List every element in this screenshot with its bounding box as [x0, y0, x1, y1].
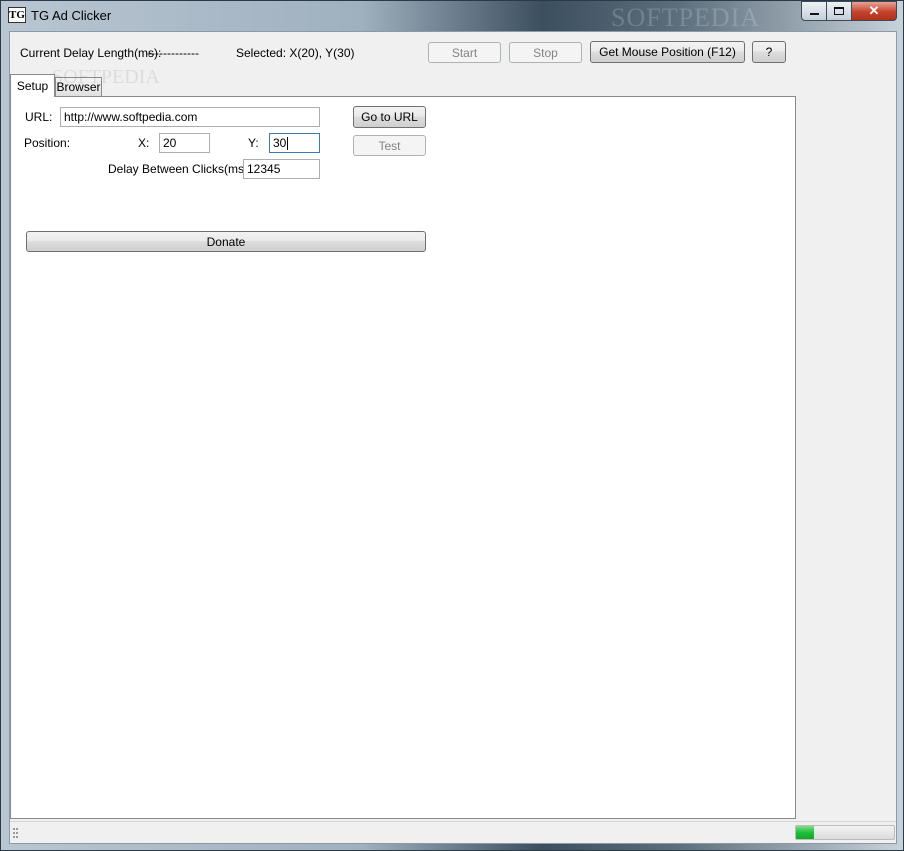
donate-button[interactable]: Donate [26, 231, 426, 252]
minimize-icon [809, 13, 819, 15]
client-area: Current Delay Length(ms): ------------- … [9, 31, 897, 844]
tab-browser[interactable]: Browser [55, 77, 102, 96]
close-icon: ✕ [868, 3, 880, 18]
tab-setup-label: Setup [16, 79, 49, 93]
tab-setup[interactable]: Setup [10, 74, 55, 97]
maximize-button[interactable] [827, 1, 852, 21]
resize-grip-icon[interactable] [13, 828, 21, 838]
delay-between-clicks-input[interactable] [243, 159, 320, 179]
tab-browser-label: Browser [56, 80, 101, 94]
window-title: TG Ad Clicker [31, 8, 112, 23]
progress-bar [795, 825, 895, 840]
delay-between-clicks-label: Delay Between Clicks(ms): [108, 162, 252, 176]
top-toolbar: Current Delay Length(ms): ------------- … [10, 32, 896, 74]
url-label: URL: [25, 110, 53, 124]
maximize-icon [834, 7, 844, 15]
setup-panel: URL: Go to URL Position: X: Y: Test Dela… [10, 96, 796, 819]
app-window: TG TG Ad Clicker SOFTPEDIA ✕ Current Del… [0, 0, 904, 851]
app-icon[interactable]: TG [8, 7, 26, 23]
y-input[interactable] [269, 133, 320, 153]
x-label: X: [138, 136, 150, 150]
x-input[interactable] [159, 133, 210, 153]
get-mouse-position-button[interactable]: Get Mouse Position (F12) [590, 41, 745, 63]
stop-button[interactable]: Stop [509, 42, 582, 63]
title-bar[interactable]: TG TG Ad Clicker SOFTPEDIA ✕ [1, 1, 903, 32]
close-button[interactable]: ✕ [852, 1, 897, 21]
window-controls: ✕ [801, 1, 897, 21]
start-button[interactable]: Start [428, 42, 501, 63]
selected-position-text: Selected: X(20), Y(30) [236, 46, 355, 60]
position-label: Position: [24, 136, 71, 150]
help-button[interactable]: ? [752, 41, 786, 63]
status-bar [10, 821, 896, 843]
text-caret [287, 137, 288, 150]
title-watermark: SOFTPEDIA [611, 3, 761, 32]
side-area [796, 96, 896, 819]
test-button[interactable]: Test [353, 135, 426, 156]
y-label: Y: [248, 136, 259, 150]
progress-fill [796, 826, 814, 839]
go-to-url-button[interactable]: Go to URL [353, 106, 426, 128]
current-delay-label: Current Delay Length(ms): [20, 46, 162, 60]
url-input[interactable] [60, 107, 320, 127]
minimize-button[interactable] [801, 1, 827, 21]
current-delay-value: ------------- [147, 46, 199, 60]
